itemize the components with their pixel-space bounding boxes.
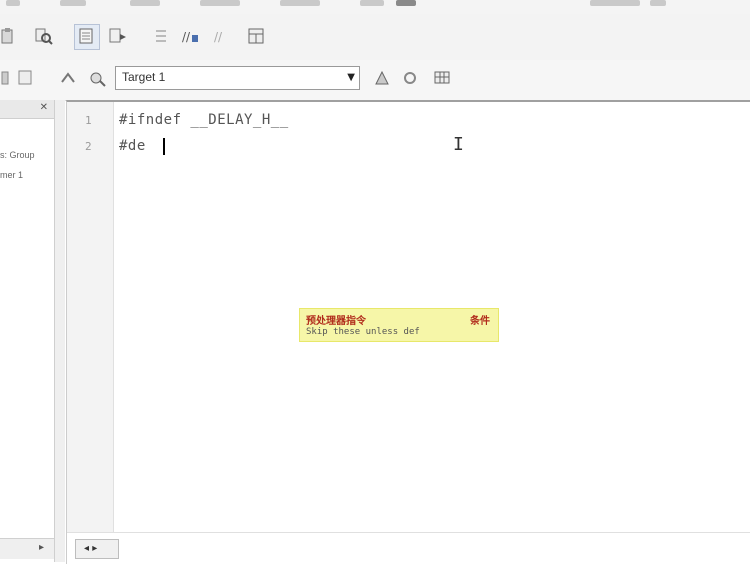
- autocomplete-tooltip: 预处理器指令 条件 Skip these unless def: [299, 308, 499, 342]
- menu-fragment: [130, 0, 160, 6]
- bookmark-toggle-icon[interactable]: [74, 24, 100, 50]
- chevron-right-icon[interactable]: ▸: [39, 542, 44, 553]
- line-number: 2: [85, 140, 92, 153]
- project-pane: ✕ s: Group mer 1 ▸: [0, 100, 55, 562]
- edit-toolbar: // //: [0, 14, 750, 61]
- uncomment-icon[interactable]: //: [212, 26, 232, 46]
- build-icon[interactable]: [16, 68, 36, 88]
- tooltip-title: 预处理器指令: [306, 316, 366, 327]
- paste-icon[interactable]: [0, 26, 20, 46]
- svg-text://: //: [214, 30, 223, 44]
- tree-item[interactable]: s: Group: [0, 150, 35, 160]
- bookmark-next-icon[interactable]: [108, 26, 128, 46]
- target-options-icon[interactable]: [88, 68, 108, 88]
- code-editor[interactable]: 1 2 #ifndef __DELAY_H__ #de I 预处理器指令 条件 …: [66, 100, 750, 565]
- pane-splitter[interactable]: [55, 100, 65, 562]
- text-cursor-icon: I: [453, 134, 464, 155]
- load-icon[interactable]: [58, 68, 78, 88]
- menu-fragment: [590, 0, 640, 6]
- find-icon[interactable]: [34, 26, 54, 46]
- manage-icon[interactable]: [372, 68, 392, 88]
- menu-fragment-row: [0, 0, 750, 14]
- grid-icon[interactable]: [432, 68, 452, 88]
- menu-fragment: [6, 0, 20, 6]
- target-select[interactable]: Target 1 ▼: [115, 66, 360, 90]
- tree-item[interactable]: mer 1: [0, 170, 23, 180]
- comment-icon[interactable]: //: [180, 26, 200, 46]
- insert-icon[interactable]: [246, 26, 266, 46]
- target-select-value: Target 1: [122, 70, 166, 84]
- chevron-down-icon[interactable]: ▼: [347, 72, 355, 83]
- editor-tab-strip: ◂ ▸: [67, 532, 750, 565]
- menu-fragment: [200, 0, 240, 6]
- settings-icon[interactable]: [400, 68, 420, 88]
- menu-fragment: [360, 0, 384, 6]
- menu-fragment: [60, 0, 86, 6]
- code-line[interactable]: #ifndef __DELAY_H__: [119, 112, 289, 128]
- line-number: 1: [85, 114, 92, 127]
- svg-text://: //: [182, 30, 191, 44]
- menu-fragment: [396, 0, 416, 6]
- indent-icon[interactable]: [150, 26, 170, 46]
- build-toolbar: Target 1 ▼: [0, 60, 750, 101]
- close-icon[interactable]: ✕: [40, 102, 48, 113]
- text-caret: [163, 138, 165, 155]
- menu-fragment: [650, 0, 666, 6]
- project-pane-header: ✕: [0, 100, 54, 119]
- tooltip-tag: 条件: [470, 316, 490, 327]
- project-pane-tabs[interactable]: ▸: [0, 538, 54, 559]
- tab-scroll-arrows[interactable]: ◂ ▸: [84, 543, 97, 554]
- line-number-gutter: 1 2: [67, 102, 114, 532]
- code-line[interactable]: #de: [119, 138, 146, 154]
- menu-fragment: [280, 0, 320, 6]
- tooltip-detail: Skip these unless def: [306, 327, 420, 337]
- editor-tab[interactable]: ◂ ▸: [75, 539, 119, 559]
